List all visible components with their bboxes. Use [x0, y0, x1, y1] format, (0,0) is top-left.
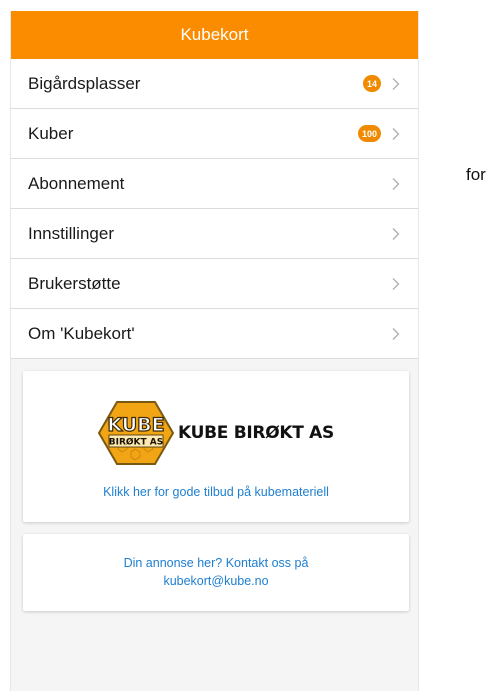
app-screen: Kubekort Bigårdsplasser 14 Kuber 100 Abo…	[10, 11, 419, 691]
menu-item-label: Innstillinger	[28, 223, 114, 243]
menu-item-bigardsplasser[interactable]: Bigårdsplasser 14	[11, 59, 418, 109]
sponsor-logo: KUBE BIRØKT AS KUBE BIRØKT AS	[23, 398, 409, 468]
menu-item-brukerstotte[interactable]: Brukerstøtte	[11, 259, 418, 309]
ad-contact-text[interactable]: Din annonse her? Kontakt oss på kubekort…	[23, 554, 409, 590]
app-bar: Kubekort	[11, 11, 418, 59]
menu-item-kuber[interactable]: Kuber 100	[11, 109, 418, 159]
side-text: for	[466, 165, 486, 184]
menu-item-abonnement[interactable]: Abonnement	[11, 159, 418, 209]
main-menu: Bigårdsplasser 14 Kuber 100 Abonnement I…	[11, 59, 418, 359]
sponsor-link[interactable]: Klikk her for gode tilbud på kubematerie…	[23, 485, 409, 499]
ad-email-link[interactable]: kubekort@kube.no	[23, 572, 409, 590]
count-badge: 14	[362, 75, 381, 92]
menu-item-om-kubekort[interactable]: Om 'Kubekort'	[11, 309, 418, 359]
hexagon-logo-icon: KUBE BIRØKT AS	[98, 401, 175, 465]
menu-item-innstillinger[interactable]: Innstillinger	[11, 209, 418, 259]
chevron-right-icon	[391, 127, 401, 141]
chevron-right-icon	[391, 77, 401, 91]
svg-text:BIRØKT AS: BIRØKT AS	[109, 437, 163, 448]
sponsor-card[interactable]: KUBE BIRØKT AS KUBE BIRØKT AS Klikk her …	[23, 371, 409, 522]
menu-item-label: Bigårdsplasser	[28, 73, 141, 93]
chevron-right-icon	[391, 327, 401, 341]
menu-item-label: Abonnement	[28, 173, 125, 193]
menu-item-label: Brukerstøtte	[28, 273, 121, 293]
sponsor-logo-text: KUBE BIRØKT AS	[178, 423, 334, 443]
svg-text:KUBE: KUBE	[107, 414, 164, 436]
ad-line-1: Din annonse her? Kontakt oss på	[123, 556, 309, 570]
chevron-right-icon	[391, 227, 401, 241]
ad-card[interactable]: Din annonse her? Kontakt oss på kubekort…	[23, 534, 409, 611]
menu-item-label: Om 'Kubekort'	[28, 323, 135, 343]
app-title: Kubekort	[180, 25, 249, 44]
menu-item-label: Kuber	[28, 123, 74, 143]
chevron-right-icon	[391, 277, 401, 291]
count-badge: 100	[357, 125, 381, 142]
chevron-right-icon	[391, 177, 401, 191]
